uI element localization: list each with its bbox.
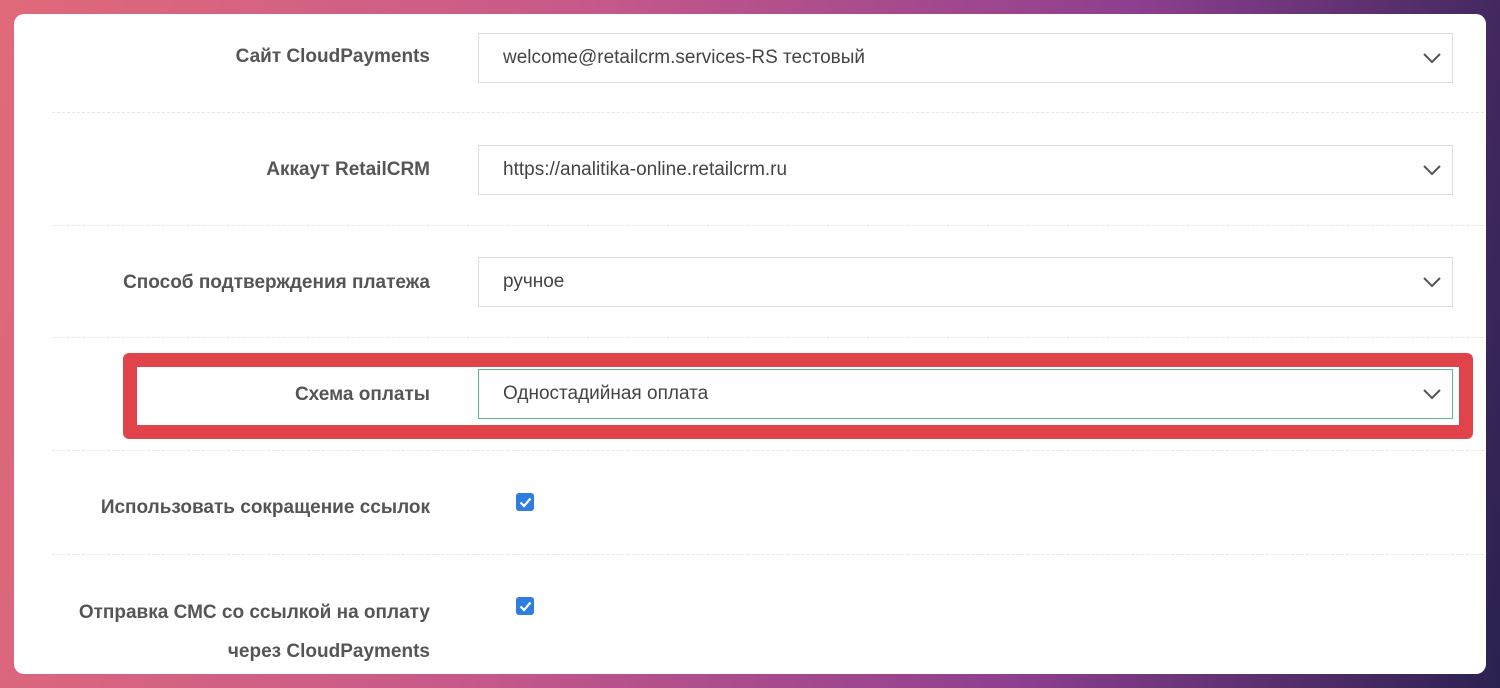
check-icon (519, 497, 531, 508)
row-confirmation: Способ подтверждения платежа ручное (52, 226, 1484, 338)
chevron-down-icon (1412, 146, 1452, 194)
confirmation-label: Способ подтверждения платежа (123, 272, 430, 293)
site-label: Сайт CloudPayments (235, 46, 430, 67)
row-site: Сайт CloudPayments welcome@retailcrm.ser… (52, 14, 1484, 113)
sms-checkbox[interactable] (516, 597, 534, 615)
highlight-frame (123, 353, 1473, 439)
shortlinks-label: Использовать сокращение ссылок (100, 497, 430, 518)
chevron-down-icon (1412, 258, 1452, 306)
check-icon (519, 601, 531, 612)
sms-label-line1: Отправка СМС со ссылкой на оплату (78, 602, 430, 623)
account-select[interactable]: https://analitika-online.retailcrm.ru (478, 145, 1453, 195)
site-select[interactable]: welcome@retailcrm.services-RS тестовый (478, 33, 1453, 83)
shortlinks-checkbox[interactable] (516, 493, 534, 511)
sms-label-line2: через CloudPayments (227, 641, 430, 662)
confirmation-select[interactable]: ручное (478, 257, 1453, 307)
site-select-value: welcome@retailcrm.services-RS тестовый (503, 47, 866, 68)
chevron-down-icon (1412, 34, 1452, 82)
sms-label: Отправка СМС со ссылкой на оплату через … (14, 593, 430, 671)
row-sms: Отправка СМС со ссылкой на оплату через … (52, 555, 1484, 674)
settings-card: Сайт CloudPayments welcome@retailcrm.ser… (14, 14, 1486, 674)
account-label: Аккаут RetailCRM (266, 159, 430, 180)
row-shortlinks: Использовать сокращение ссылок (52, 451, 1484, 555)
row-account: Аккаут RetailCRM https://analitika-onlin… (52, 113, 1484, 226)
account-select-value: https://analitika-online.retailcrm.ru (503, 159, 788, 180)
confirmation-select-value: ручное (503, 271, 565, 292)
